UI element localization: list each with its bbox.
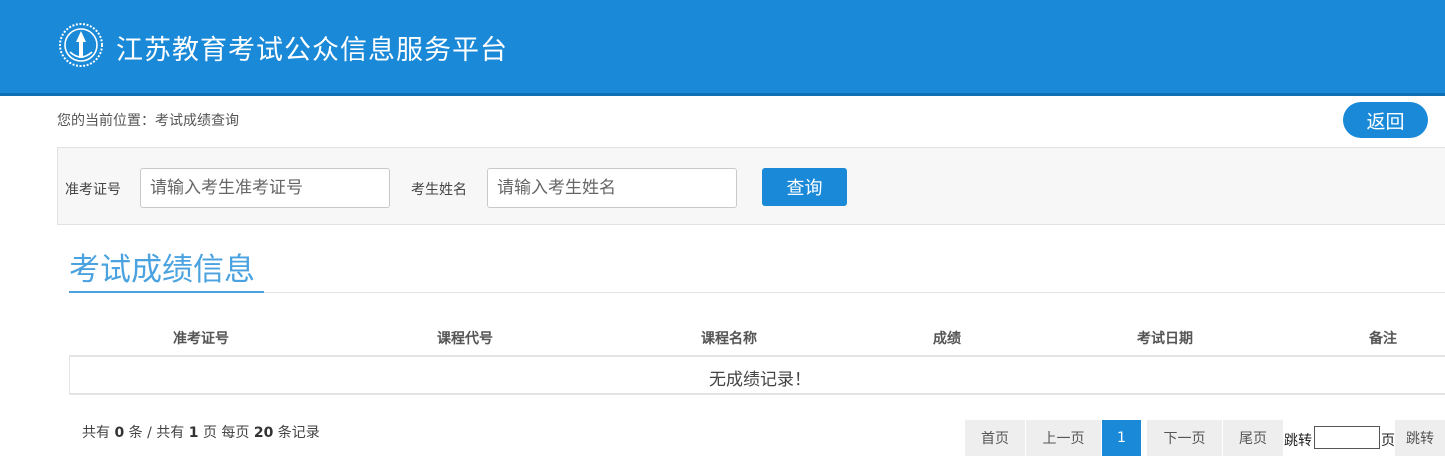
- jump-prefix-label: 跳转: [1284, 433, 1312, 449]
- query-button[interactable]: 查询: [762, 168, 847, 206]
- table-empty-row: 无成绩记录！: [69, 356, 1445, 395]
- search-panel: 准考证号 考生姓名 查询: [57, 147, 1445, 225]
- prev-page-button[interactable]: 上一页: [1026, 420, 1101, 456]
- column-header-course-code: 课程代号: [437, 331, 493, 347]
- empty-message: 无成绩记录！: [709, 370, 811, 390]
- next-page-button[interactable]: 下一页: [1147, 420, 1222, 456]
- site-header: 江苏教育考试公众信息服务平台: [0, 0, 1445, 96]
- section-divider: [69, 292, 1445, 293]
- jump-suffix-label: 页: [1381, 433, 1395, 449]
- column-header-remarks: 备注: [1369, 331, 1397, 347]
- back-button[interactable]: 返回: [1343, 102, 1428, 138]
- pagination-summary: 共有 0 条 / 共有 1 页 每页 20 条记录: [82, 425, 320, 441]
- exam-number-input[interactable]: [140, 168, 390, 208]
- column-header-course-name: 课程名称: [701, 331, 757, 347]
- current-page-button[interactable]: 1: [1102, 420, 1141, 456]
- per-page-count: 20: [253, 425, 274, 441]
- column-header-score: 成绩: [933, 331, 961, 347]
- exam-number-label: 准考证号: [65, 182, 121, 198]
- table-header: 准考证号 课程代号 课程名称 成绩 考试日期 备注: [69, 318, 1445, 356]
- total-pages: 1: [188, 425, 199, 441]
- candidate-name-label: 考生姓名: [411, 182, 467, 198]
- column-header-exam-date: 考试日期: [1137, 331, 1193, 347]
- section-title: 考试成绩信息: [69, 252, 255, 288]
- first-page-button[interactable]: 首页: [965, 420, 1025, 456]
- jump-page-input[interactable]: [1314, 426, 1380, 449]
- breadcrumb: 您的当前位置：考试成绩查询: [57, 113, 239, 129]
- section-title-underline: [69, 291, 264, 293]
- column-header-exam-number: 准考证号: [173, 331, 229, 347]
- total-records: 0: [114, 425, 125, 441]
- candidate-name-input[interactable]: [487, 168, 737, 208]
- jump-button[interactable]: 跳转: [1395, 420, 1445, 456]
- emblem-logo-icon: [59, 23, 103, 67]
- last-page-button[interactable]: 尾页: [1223, 420, 1283, 456]
- site-title: 江苏教育考试公众信息服务平台: [116, 35, 508, 66]
